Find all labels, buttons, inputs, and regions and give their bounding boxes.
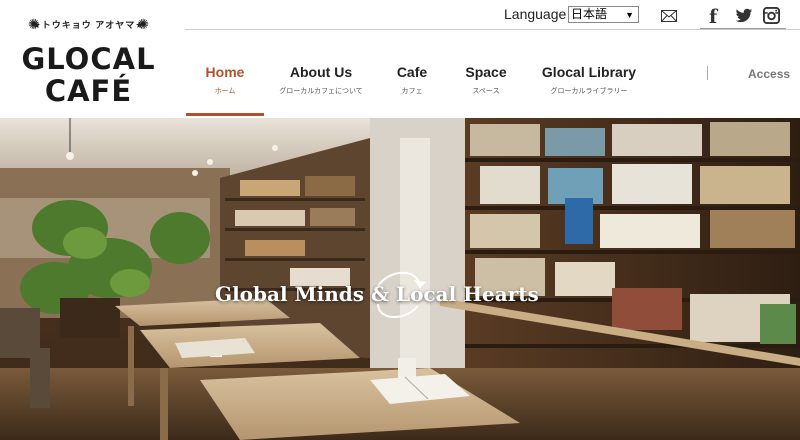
nav-label-en: Cafe [396, 64, 428, 80]
logo-kana: ★トウキョウ アオヤマ★ [32, 20, 145, 30]
nav-label-en: Home [205, 64, 245, 80]
header-divider [185, 29, 800, 30]
nav-item-home[interactable]: Home ホーム [186, 64, 264, 96]
hero-tagline: Global Minds & Local Hearts [215, 282, 539, 306]
instagram-icon[interactable] [763, 7, 780, 24]
nav-label-jp: カフェ [401, 88, 423, 95]
hero-cafe-photo [0, 118, 800, 440]
nav-separator [707, 66, 708, 80]
nav-label-en: Space [465, 64, 507, 80]
facebook-icon[interactable]: f [709, 6, 717, 28]
nav-item-about-us[interactable]: About Us グローカルカフェについて [272, 64, 370, 96]
hero-banner: Global Minds & Local Hearts [0, 118, 800, 440]
nav-label-jp: グローカルカフェについて [279, 88, 363, 95]
nav-label-en: About Us [289, 64, 353, 80]
nav-label-jp: ホーム [214, 88, 236, 95]
nav-label-jp: グローカルライブラリー [550, 88, 628, 95]
page: ✺ ✺ ★トウキョウ アオヤマ★ GLOCAL CAFÉ Language 日本… [0, 0, 800, 440]
nav-label-en: Glocal Library [541, 64, 637, 80]
nav-item-glocal-library[interactable]: Glocal Library グローカルライブラリー [540, 64, 638, 96]
nav-item-access[interactable]: Access [748, 67, 790, 81]
nav-label-jp: スペース [472, 88, 500, 95]
glocal-cafe-logo[interactable]: ✺ ✺ ★トウキョウ アオヤマ★ GLOCAL CAFÉ [6, 14, 171, 109]
language-selected-value: 日本語 [571, 7, 608, 21]
logo-line-2: CAFÉ [44, 74, 133, 108]
language-select[interactable]: 日本語 ▼ [568, 6, 639, 23]
logo-line-1: GLOCAL [21, 42, 156, 76]
social-links: f [705, 6, 785, 28]
site-header: ✺ ✺ ★トウキョウ アオヤマ★ GLOCAL CAFÉ Language 日本… [0, 0, 800, 118]
nav-active-indicator [186, 113, 264, 116]
language-label: Language [504, 6, 567, 22]
chevron-down-icon: ▼ [625, 10, 634, 20]
nav-item-space[interactable]: Space スペース [459, 64, 513, 96]
twitter-icon[interactable] [735, 8, 753, 24]
nav-item-cafe[interactable]: Cafe カフェ [386, 64, 438, 96]
mail-icon[interactable] [661, 10, 677, 22]
